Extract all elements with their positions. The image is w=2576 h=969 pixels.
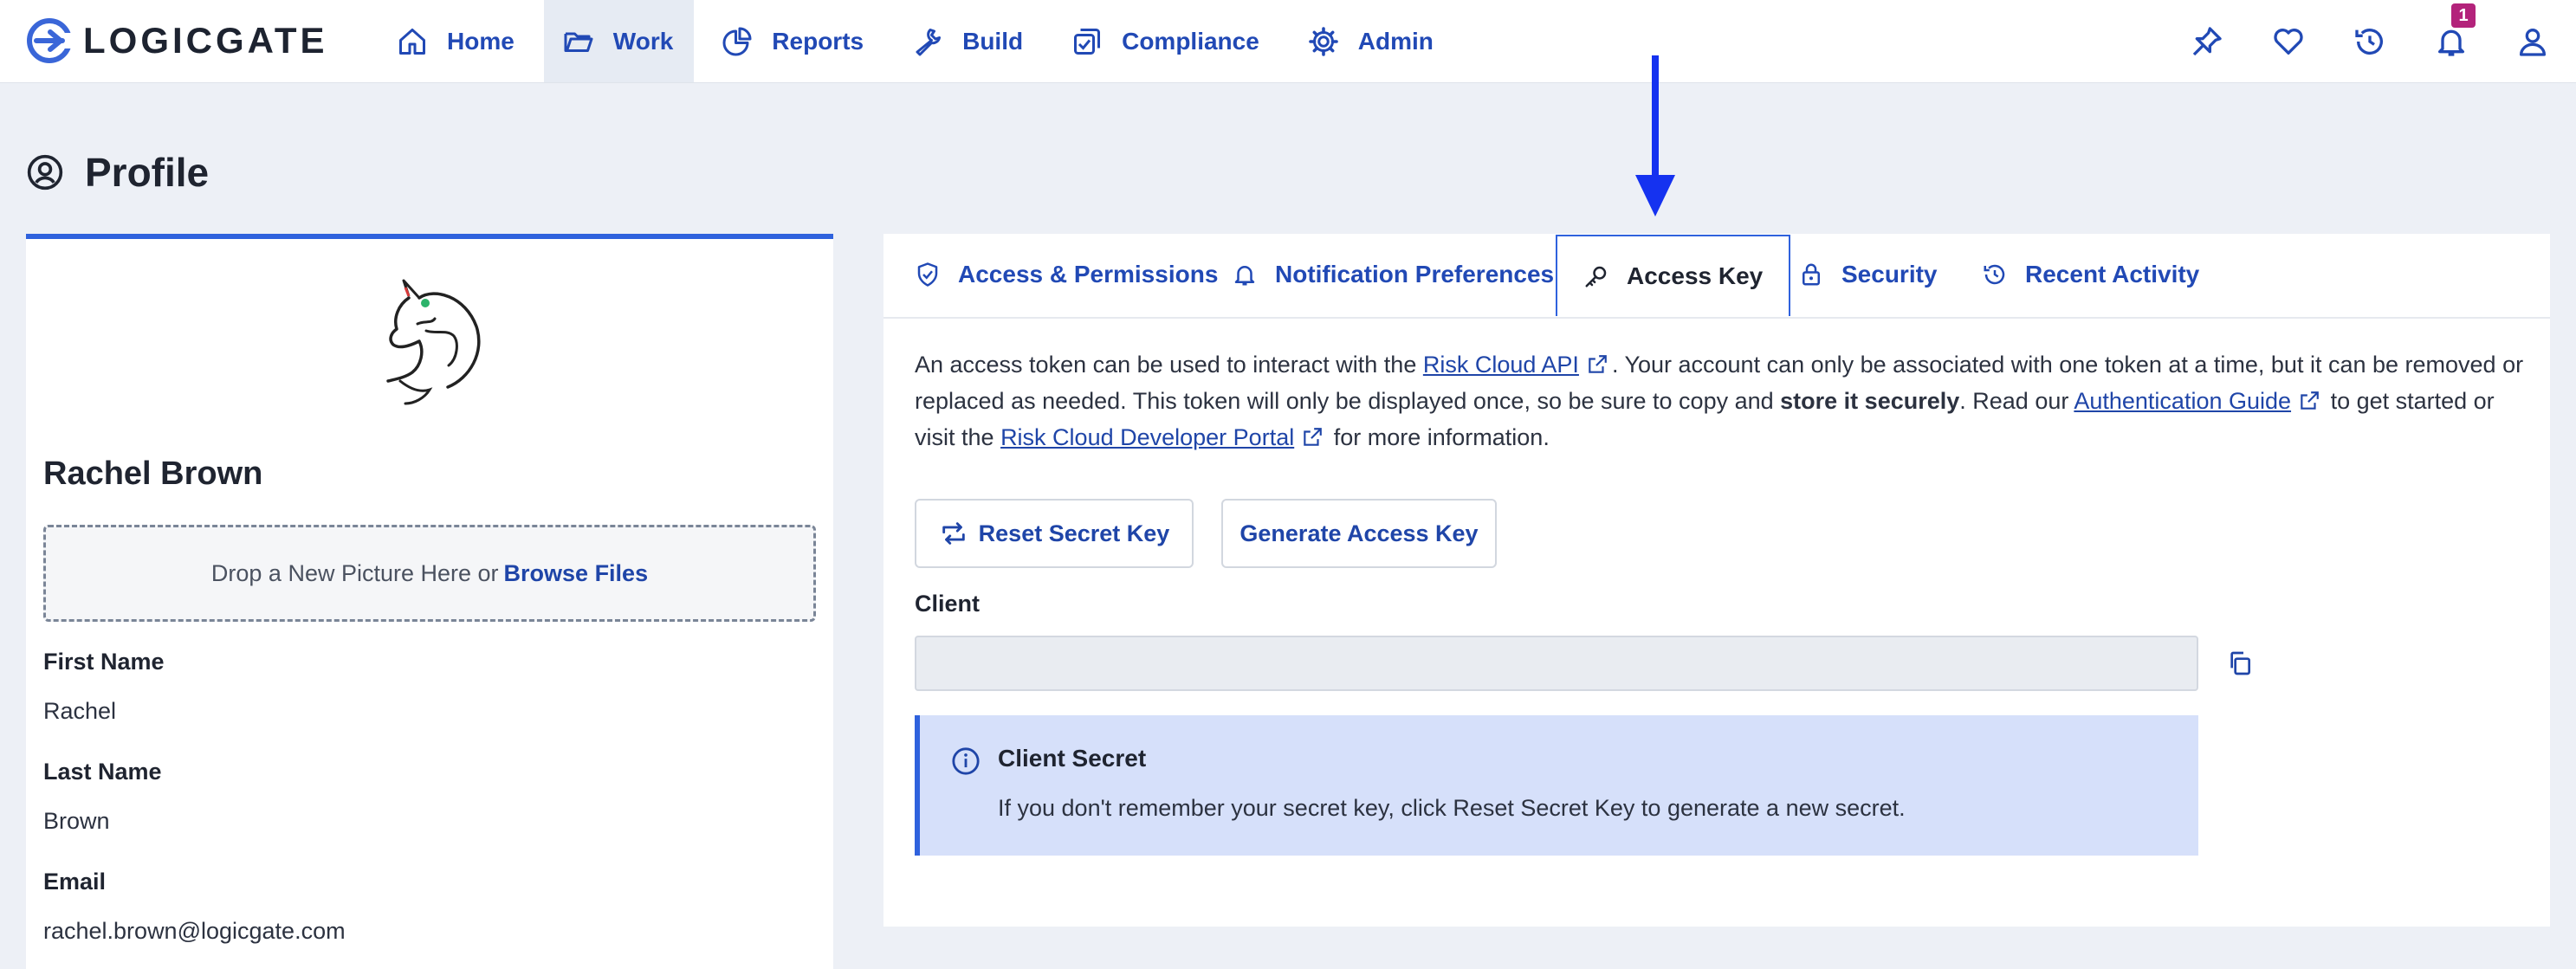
- history-icon: [1984, 264, 2005, 285]
- logicgate-logo-icon: [27, 18, 74, 63]
- external-link-icon: [1304, 428, 1323, 446]
- access-key-card: Access & Permissions Notification Prefer…: [883, 234, 2550, 927]
- bell-icon: [2438, 29, 2464, 56]
- developer-portal-link[interactable]: Risk Cloud Developer Portal: [1000, 424, 1294, 450]
- gear-icon: [1308, 26, 1338, 56]
- callout-text: If you don't remember your secret key, c…: [998, 795, 1906, 821]
- tab-notification-preferences[interactable]: Notification Preferences: [1232, 234, 1554, 315]
- lock-icon: [1803, 263, 1820, 286]
- reset-secret-key-label: Reset Secret Key: [978, 520, 1170, 546]
- profile-tabs: Access & Permissions Notification Prefer…: [883, 234, 2550, 319]
- heart-icon: [2274, 28, 2303, 55]
- last-name-label: Last Name: [43, 759, 162, 785]
- reset-secret-key-button[interactable]: Reset Secret Key: [915, 499, 1194, 568]
- brand-name: LOGICGATE: [83, 20, 328, 61]
- tab-recent-activity[interactable]: Recent Activity: [1982, 234, 2199, 315]
- brand-logo[interactable]: LOGICGATE: [24, 16, 328, 66]
- profile-card: Rachel Brown Drop a New Picture Here or …: [26, 234, 833, 969]
- generate-access-key-label: Generate Access Key: [1239, 520, 1479, 546]
- notifications-button[interactable]: 1: [2434, 3, 2476, 59]
- page-header: Profile: [26, 149, 209, 196]
- annotation-arrow: [1635, 55, 1675, 216]
- tab-access-permissions[interactable]: Access & Permissions: [915, 234, 1218, 315]
- user-circle-icon: [27, 154, 63, 191]
- user-icon: [2520, 28, 2546, 56]
- user-name: Rachel Brown: [43, 455, 263, 492]
- nav-compliance-label: Compliance: [1122, 27, 1259, 55]
- tab-recent-activity-label: Recent Activity: [2025, 261, 2200, 287]
- nav-reports[interactable]: Reports: [702, 0, 884, 82]
- desc-text: . Read our: [1959, 388, 2069, 414]
- desc-text: An access token can be used to interact …: [915, 352, 1417, 378]
- tab-security[interactable]: Security: [1798, 234, 1938, 315]
- tab-access-permissions-label: Access & Permissions: [958, 261, 1219, 287]
- email-label: Email: [43, 869, 107, 895]
- pin-button[interactable]: [2190, 24, 2224, 59]
- client-label: Client: [915, 591, 981, 617]
- nav-build-label: Build: [962, 27, 1024, 55]
- favorites-button[interactable]: [2271, 24, 2306, 59]
- picture-dropzone[interactable]: Drop a New Picture Here or Browse Files: [43, 525, 816, 622]
- client-secret-callout: Client Secret If you don't remember your…: [915, 715, 2198, 856]
- nav-admin[interactable]: Admin: [1289, 0, 1454, 82]
- notification-badge: 1: [2451, 3, 2476, 28]
- top-nav: LOGICGATE Home Work Reports Build Compli…: [0, 0, 2576, 83]
- shield-check-icon: [917, 262, 938, 287]
- home-icon: [399, 28, 425, 55]
- tab-access-key[interactable]: Access Key: [1556, 235, 1791, 316]
- compliance-icon: [1074, 28, 1101, 55]
- bell-icon: [1234, 266, 1255, 286]
- desc-text: for more information.: [1333, 424, 1550, 450]
- dropzone-text: Drop a New Picture Here or: [210, 559, 499, 586]
- risk-cloud-api-link[interactable]: Risk Cloud API: [1423, 352, 1579, 378]
- pin-icon: [2192, 26, 2222, 55]
- user-menu-button[interactable]: [2515, 24, 2550, 59]
- page-title: Profile: [85, 150, 210, 195]
- history-icon: [2355, 28, 2383, 55]
- client-field[interactable]: [915, 636, 2198, 691]
- nav-work[interactable]: Work: [543, 0, 695, 82]
- external-link-icon: [1589, 355, 1607, 373]
- nav-build[interactable]: Build: [893, 0, 1044, 82]
- refresh-icon: [942, 522, 965, 545]
- info-icon: [952, 747, 980, 775]
- external-link-icon: [2301, 391, 2319, 410]
- wrench-icon: [916, 28, 942, 55]
- generate-access-key-button[interactable]: Generate Access Key: [1221, 499, 1497, 568]
- browse-files-link[interactable]: Browse Files: [504, 560, 649, 587]
- nav-compliance[interactable]: Compliance: [1052, 0, 1280, 82]
- email-value: rachel.brown@logicgate.com: [43, 918, 346, 944]
- authentication-guide-link[interactable]: Authentication Guide: [2074, 388, 2291, 414]
- nav-home-label: Home: [447, 27, 515, 55]
- first-name-value: Rachel: [43, 698, 117, 724]
- first-name-label: First Name: [43, 649, 165, 675]
- pie-chart-icon: [722, 27, 752, 55]
- access-key-description: An access token can be used to interact …: [915, 346, 2526, 455]
- tab-security-label: Security: [1841, 261, 1938, 287]
- desc-bold-text: store it securely: [1780, 388, 1960, 414]
- tab-access-key-label: Access Key: [1627, 262, 1764, 289]
- callout-title: Client Secret: [998, 745, 1147, 772]
- history-button[interactable]: [2353, 24, 2387, 59]
- nav-admin-label: Admin: [1357, 27, 1434, 55]
- unicorn-avatar: [386, 279, 481, 405]
- folder-icon: [564, 32, 593, 52]
- nav-home[interactable]: Home: [378, 0, 535, 82]
- nav-reports-label: Reports: [772, 27, 864, 55]
- tab-notification-preferences-label: Notification Preferences: [1275, 261, 1555, 287]
- nav-work-label: Work: [612, 27, 674, 55]
- key-icon: [1585, 266, 1607, 287]
- copy-icon[interactable]: [2226, 649, 2254, 677]
- last-name-value: Brown: [43, 808, 110, 834]
